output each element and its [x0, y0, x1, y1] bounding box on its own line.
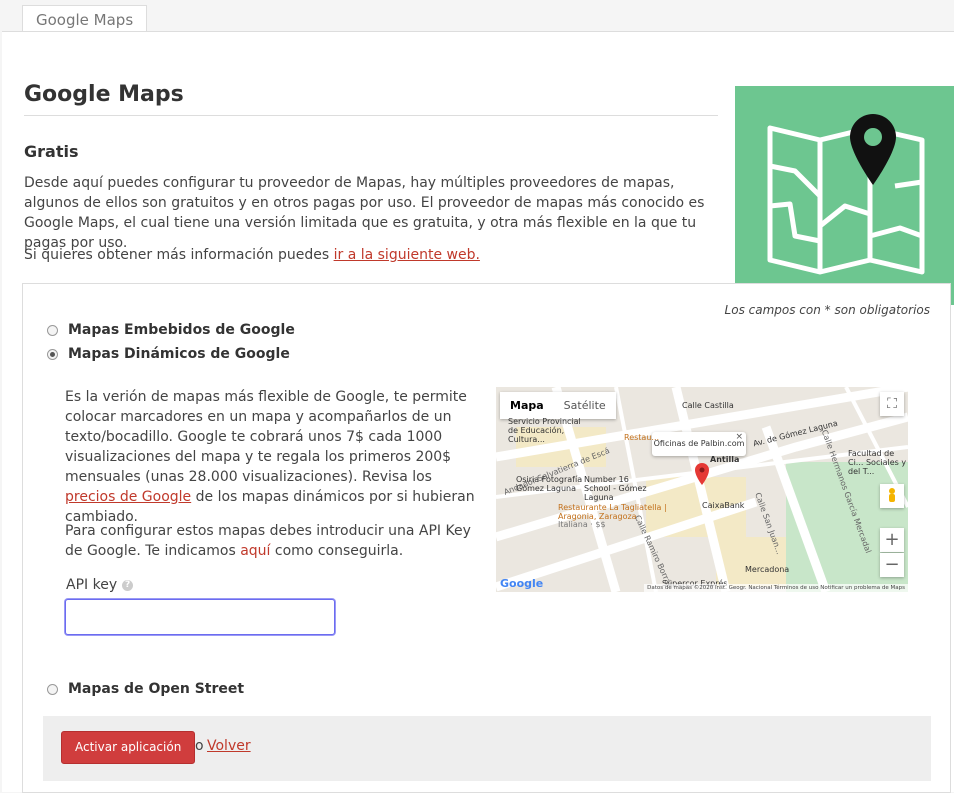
google-map-preview[interactable]: Mapa Satélite Oficinas de Palbin.com × C… — [496, 387, 908, 592]
map-label: CaixaBank — [702, 501, 745, 510]
map-label: Restau... — [624, 433, 660, 442]
option-openstreet[interactable]: Mapas de Open Street — [47, 681, 244, 697]
option-openstreet-label: Mapas de Open Street — [68, 681, 245, 697]
page-title: Google Maps — [24, 82, 184, 107]
map-label: Restaurante La Tagliatella | Aragonia, Z… — [558, 503, 667, 521]
fullscreen-button[interactable]: ⛶ — [880, 392, 904, 416]
map-label: Mercadona — [745, 565, 790, 574]
map-info-window: Oficinas de Palbin.com × — [652, 432, 746, 456]
radio-dynamic[interactable] — [47, 348, 58, 360]
activate-button[interactable]: Activar aplicación — [61, 731, 196, 764]
option-embedded-label: Mapas Embebidos de Google — [68, 322, 295, 338]
api-key-label: API key? — [66, 577, 134, 593]
radio-openstreet[interactable] — [47, 683, 58, 695]
tab-google-maps[interactable]: Google Maps — [22, 5, 148, 32]
more-info-link[interactable]: ir a la siguiente web. — [334, 247, 480, 263]
option-dynamic[interactable]: Mapas Dinámicos de Google — [47, 346, 290, 362]
required-fields-note: Los campos con * son obligatorios — [724, 303, 930, 317]
map-label: Osiria Fotografía Gómez Laguna — [516, 475, 583, 493]
close-icon[interactable]: × — [735, 425, 743, 449]
google-logo: Google — [500, 577, 544, 590]
zoom-in-button[interactable]: + — [880, 528, 904, 552]
zoom-out-button[interactable]: − — [880, 553, 904, 577]
back-link[interactable]: Volver — [207, 738, 251, 754]
api-key-label-text: API key — [66, 577, 118, 593]
map-pin-icon — [767, 114, 925, 275]
pricing-subtitle: Gratis — [24, 142, 79, 161]
title-divider — [24, 115, 718, 116]
form-actions: Activar aplicación o Volver — [43, 716, 931, 781]
or-text: o — [195, 738, 204, 754]
map-tab-map[interactable]: Mapa — [500, 392, 554, 419]
map-type-tabs: Mapa Satélite — [500, 392, 616, 419]
prices-link[interactable]: precios de Google — [65, 489, 191, 505]
map-label: Facultad de Ci... Sociales y del T... — [848, 449, 907, 476]
help-icon[interactable]: ? — [122, 579, 134, 591]
radio-embedded[interactable] — [47, 324, 58, 336]
how-to-link[interactable]: aquí — [240, 543, 270, 559]
intro-description: Desde aquí puedes configurar tu proveedo… — [24, 175, 705, 251]
more-info-text: Si quieres obtener más información puede… — [24, 247, 480, 263]
option-embedded[interactable]: Mapas Embebidos de Google — [47, 322, 295, 338]
map-label: Italiana · $$ — [558, 520, 606, 529]
map-label: Servicio Provincial de Educación, Cultur… — [508, 417, 581, 444]
info-window-text: Oficinas de Palbin.com — [653, 439, 745, 448]
map-hero-image — [735, 86, 954, 305]
option-dynamic-label: Mapas Dinámicos de Google — [68, 346, 290, 362]
dynamic-text-before: Es la verión de mapas más flexible de Go… — [65, 389, 467, 485]
config-text-after: como conseguirla. — [270, 543, 404, 559]
map-label: Calle Castilla — [682, 401, 734, 410]
pegman-icon[interactable] — [880, 484, 904, 508]
map-attribution: Datos de mapas ©2020 Inst. Geogr. Nacion… — [644, 584, 908, 592]
config-instructions: Para configurar estos mapas debes introd… — [65, 521, 485, 561]
map-tab-satellite[interactable]: Satélite — [554, 392, 616, 419]
map-label: Antilla — [710, 455, 740, 464]
api-key-input[interactable] — [65, 599, 335, 635]
map-provider-form: Los campos con * son obligatorios Mapas … — [22, 283, 951, 793]
map-label: Number 16 School - Gómez Laguna — [584, 475, 647, 502]
more-info-prefix: Si quieres obtener más información puede… — [24, 247, 334, 263]
dynamic-description: Es la verión de mapas más flexible de Go… — [65, 387, 485, 527]
